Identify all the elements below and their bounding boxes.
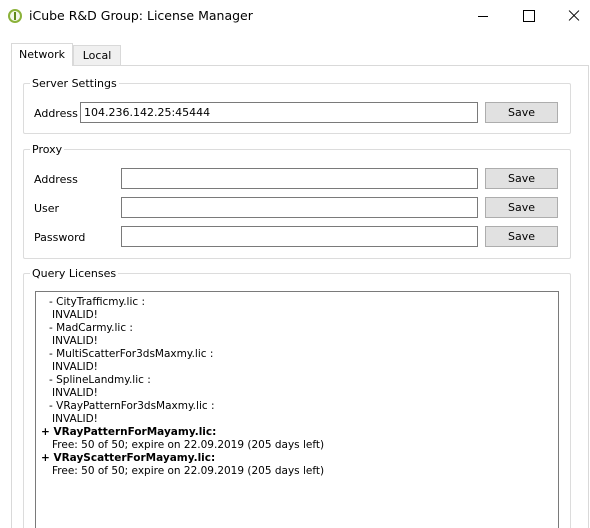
proxy-password-label: Password <box>34 231 86 244</box>
tab-network[interactable]: Network <box>11 43 73 66</box>
license-status: Free: 50 of 50; expire on 22.09.2019 (20… <box>52 439 325 451</box>
maximize-button[interactable] <box>506 0 552 32</box>
license-name: + VRayPatternForMayamy.lic: <box>41 426 217 438</box>
license-name: - VRayPatternFor3dsMaxmy.lic : <box>49 400 215 412</box>
license-name: - MadCarmy.lic : <box>49 322 133 334</box>
tab-local[interactable]: Local <box>73 45 121 65</box>
window-title: iCube R&D Group: License Manager <box>29 8 253 23</box>
proxy-title: Proxy <box>30 143 65 156</box>
proxy-address-input[interactable] <box>121 168 478 189</box>
license-list[interactable]: - CityTrafficmy.lic : INVALID! - MadCarm… <box>35 291 559 528</box>
license-entry[interactable]: - MultiScatterFor3dsMaxmy.lic : INVALID! <box>36 348 558 374</box>
proxy-password-save-button[interactable]: Save <box>485 226 558 247</box>
proxy-user-save-button[interactable]: Save <box>485 197 558 218</box>
license-status: INVALID! <box>52 387 98 399</box>
license-entry[interactable]: - VRayPatternFor3dsMaxmy.lic : INVALID! <box>36 400 558 426</box>
license-entry[interactable]: - MadCarmy.lic : INVALID! <box>36 322 558 348</box>
minimize-button[interactable] <box>460 0 506 32</box>
license-name: - SplineLandmy.lic : <box>49 374 151 386</box>
license-status: Free: 50 of 50; expire on 22.09.2019 (20… <box>52 465 325 477</box>
license-name: - CityTrafficmy.lic : <box>49 296 146 308</box>
app-logo-icon <box>8 9 22 23</box>
server-settings-title: Server Settings <box>30 77 119 90</box>
license-entry[interactable]: + VRayPatternForMayamy.lic: Free: 50 of … <box>36 426 558 452</box>
license-entry[interactable]: + VRayScatterForMayamy.lic: Free: 50 of … <box>36 452 558 478</box>
server-address-input[interactable]: 104.236.142.25:45444 <box>80 102 478 123</box>
close-button[interactable] <box>552 0 590 32</box>
proxy-password-input[interactable] <box>121 226 478 247</box>
license-name: - MultiScatterFor3dsMaxmy.lic : <box>49 348 214 360</box>
license-status: INVALID! <box>52 413 98 425</box>
query-licenses-title: Query Licenses <box>30 267 119 280</box>
title-bar: iCube R&D Group: License Manager <box>0 0 590 32</box>
license-entry[interactable]: - SplineLandmy.lic : INVALID! <box>36 374 558 400</box>
license-name: + VRayScatterForMayamy.lic: <box>41 452 216 464</box>
proxy-address-save-button[interactable]: Save <box>485 168 558 189</box>
server-save-button[interactable]: Save <box>485 102 558 123</box>
license-status: INVALID! <box>52 361 98 373</box>
license-status: INVALID! <box>52 309 98 321</box>
server-address-label: Address <box>34 107 78 120</box>
license-status: INVALID! <box>52 335 98 347</box>
license-manager-window: iCube R&D Group: License Manager Network… <box>0 0 590 528</box>
license-entry[interactable]: - CityTrafficmy.lic : INVALID! <box>36 296 558 322</box>
proxy-user-input[interactable] <box>121 197 478 218</box>
proxy-user-label: User <box>34 202 60 215</box>
proxy-address-label: Address <box>34 173 78 186</box>
